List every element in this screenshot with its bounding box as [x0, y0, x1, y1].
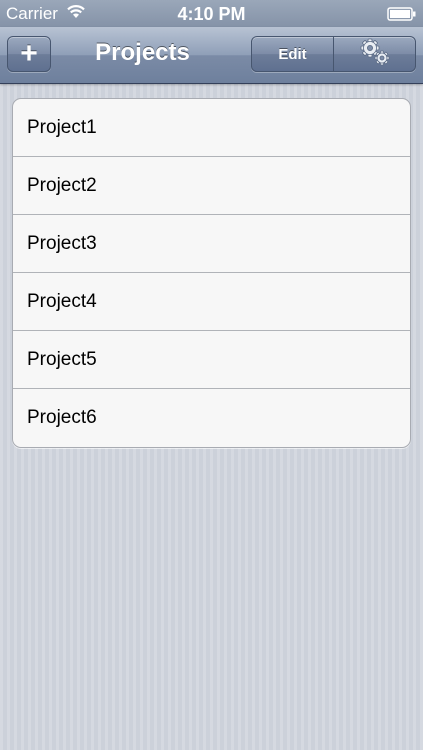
add-project-button[interactable]: +	[7, 36, 51, 72]
status-bar: Carrier 4:10 PM	[0, 0, 423, 27]
list-item-project5[interactable]: Project5	[13, 331, 410, 389]
edit-button[interactable]: Edit	[252, 37, 333, 71]
battery-icon	[387, 6, 417, 26]
page-title: Projects	[95, 39, 190, 66]
settings-button[interactable]	[334, 37, 415, 71]
clock-time: 4:10 PM	[177, 4, 246, 24]
list-item-project3[interactable]: Project3	[13, 215, 410, 273]
project-list: Project1 Project2 Project3 Project4 Proj…	[12, 98, 411, 448]
list-item-project1[interactable]: Project1	[13, 99, 410, 157]
nav-segmented-control: Edit	[251, 36, 416, 72]
gears-icon	[358, 37, 392, 71]
list-item-project4[interactable]: Project4	[13, 273, 410, 331]
list-item-project6[interactable]: Project6	[13, 389, 410, 447]
navigation-bar: + Projects Edit	[0, 27, 423, 84]
list-item-project2[interactable]: Project2	[13, 157, 410, 215]
